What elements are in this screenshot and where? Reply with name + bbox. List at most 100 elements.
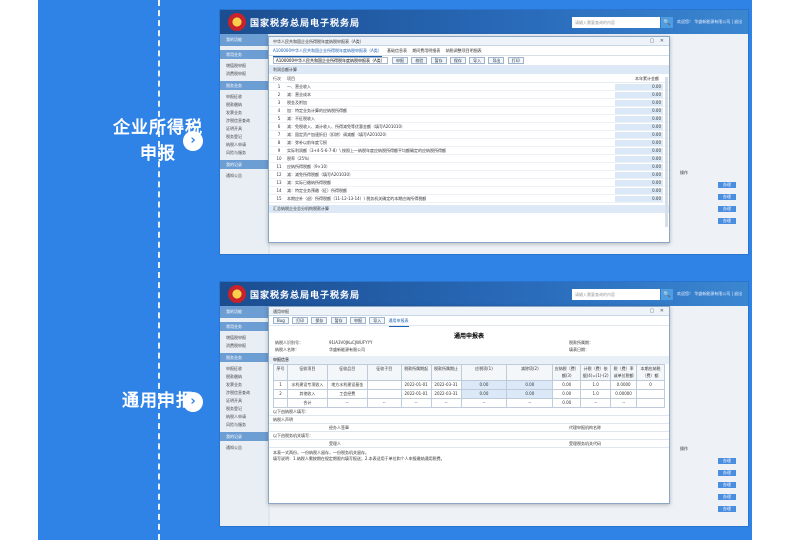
- handle-button[interactable]: 办理: [718, 458, 736, 464]
- declare-button[interactable]: 申报: [349, 317, 366, 324]
- export-button[interactable]: 导出: [488, 57, 505, 64]
- sidebar-item[interactable]: 消费税申报: [220, 70, 268, 78]
- table-cell: 1.0: [581, 381, 612, 390]
- sidebar-section-header[interactable]: 我的记录: [220, 432, 268, 441]
- sidebar-item[interactable]: 发票业务: [220, 381, 268, 389]
- table-cell[interactable]: 0.00: [507, 381, 554, 390]
- period-label: 税款所属期：: [569, 340, 593, 345]
- amount-field[interactable]: 0.00: [615, 132, 663, 138]
- window-controls-icon[interactable]: ▢ ✕: [649, 307, 666, 316]
- table-cell[interactable]: 0.00: [507, 390, 554, 399]
- sidebar-item[interactable]: 申报征收: [220, 365, 268, 373]
- sidebar-item[interactable]: 增值税申报: [220, 62, 268, 70]
- amount-field[interactable]: 0.00: [615, 92, 663, 98]
- user-info[interactable]: 欢迎您！ 华盛新能源有限公司 | 退出: [677, 19, 742, 25]
- search-icon[interactable]: 🔍: [661, 289, 673, 300]
- table-cell[interactable]: 0.00: [461, 390, 508, 399]
- sidebar-item[interactable]: 消费税申报: [220, 342, 268, 350]
- sidebar-item[interactable]: 通知公告: [220, 172, 268, 180]
- sidebar-item[interactable]: 增值税申报: [220, 334, 268, 342]
- handle-button[interactable]: 办理: [718, 482, 736, 488]
- tab-basic-info[interactable]: 基础信息表: [387, 46, 407, 56]
- sidebar-section-header[interactable]: 税务业务: [220, 353, 268, 362]
- amount-field[interactable]: 0.00: [615, 100, 663, 106]
- sidebar-item[interactable]: 纳税人申请: [220, 141, 268, 149]
- sidebar-item[interactable]: 税务登记: [220, 133, 268, 141]
- sidebar-section-header[interactable]: 常用业务: [220, 50, 268, 59]
- sidebar-item[interactable]: 纳税人申请: [220, 413, 268, 421]
- amount-field[interactable]: 0.00: [615, 140, 663, 146]
- handle-button[interactable]: 办理: [718, 206, 736, 212]
- section-header: 申报信息: [269, 356, 669, 364]
- sidebar-item[interactable]: 涉税信息查询: [220, 117, 268, 125]
- import-button[interactable]: 导入: [369, 317, 386, 324]
- print-button[interactable]: 打印: [292, 317, 309, 324]
- sidebar-item[interactable]: 通知公告: [220, 444, 268, 452]
- scrollbar[interactable]: [665, 77, 668, 227]
- sidebar-section-header[interactable]: 税务业务: [220, 81, 268, 90]
- sidebar-item[interactable]: 申报征收: [220, 93, 268, 101]
- print-button[interactable]: 打印: [507, 57, 524, 64]
- amount-field[interactable]: 0.00: [615, 164, 663, 170]
- row-number: 8: [277, 140, 281, 145]
- form-rows: 1 一、营业收入 0.00 2 减：营业成本 0.00 3 税金及附加 0.00 4 加：特定业务计…: [269, 83, 669, 203]
- amount-field[interactable]: 0.00: [615, 196, 663, 202]
- bug-button[interactable]: Bug: [273, 317, 289, 324]
- sidebar-item[interactable]: 涉税信息查询: [220, 389, 268, 397]
- save-button[interactable]: 保存: [311, 317, 328, 324]
- handle-button[interactable]: 办理: [718, 218, 736, 224]
- sidebar-home[interactable]: 我的功能: [220, 306, 268, 318]
- handle-button[interactable]: 办理: [718, 194, 736, 200]
- save-button[interactable]: 保存: [449, 57, 466, 64]
- table-cell: [274, 399, 288, 408]
- sidebar-item[interactable]: 税款缴纳: [220, 373, 268, 381]
- form-select[interactable]: A100000中华人民共和国企业所得税年度纳税申报表（A类）: [273, 57, 388, 64]
- table-row: 14 减：特定业务预缴（征）所得税额 0.00: [269, 187, 669, 195]
- window-controls-icon[interactable]: ▢ ✕: [649, 37, 666, 46]
- sidebar-item[interactable]: 发票业务: [220, 109, 268, 117]
- search-input[interactable]: 请输入需要查询的内容: [572, 17, 660, 28]
- table-cell: 工会经费: [327, 390, 368, 399]
- validate-button[interactable]: 校验: [411, 57, 428, 64]
- sidebar-item[interactable]: 税款缴纳: [220, 101, 268, 109]
- table-cell: 水利建设专项收入: [287, 381, 328, 390]
- amount-field[interactable]: 0.00: [615, 124, 663, 130]
- amount-field[interactable]: 0.00: [615, 84, 663, 90]
- tab-general-form[interactable]: 通用申报表: [388, 316, 409, 327]
- tab-expenses[interactable]: 期间费用明细表: [412, 46, 440, 56]
- amount-field[interactable]: 0.00: [615, 180, 663, 186]
- sidebar-item[interactable]: 证明开具: [220, 125, 268, 133]
- draft-button[interactable]: 暂存: [330, 317, 347, 324]
- amount-field[interactable]: 0.00: [615, 172, 663, 178]
- sidebar-section-header[interactable]: 常用业务: [220, 322, 268, 331]
- sidebar-section-header[interactable]: 我的记录: [220, 160, 268, 169]
- amount-field[interactable]: 0.00: [615, 156, 663, 162]
- row-number: 5: [277, 116, 281, 121]
- amount-field[interactable]: 0.00: [615, 116, 663, 122]
- sidebar-item[interactable]: 风险与服务: [220, 149, 268, 157]
- table-row: 15 本期应补（退）所得税额（11-12-13-14）\ 税务机关确定的本期应纳所…: [269, 195, 669, 203]
- search-input[interactable]: 请输入需要查询的内容: [572, 289, 660, 300]
- handle-button[interactable]: 办理: [718, 182, 736, 188]
- amount-field[interactable]: 0.00: [615, 148, 663, 154]
- declare-button[interactable]: 申报: [392, 57, 409, 64]
- user-info[interactable]: 欢迎您！ 华盛新能源有限公司 | 退出: [677, 291, 742, 297]
- search-icon[interactable]: 🔍: [661, 17, 673, 28]
- amount-field[interactable]: 0.00: [615, 108, 663, 114]
- row-item: 一、营业收入: [287, 84, 311, 89]
- sidebar-item[interactable]: 税务登记: [220, 405, 268, 413]
- amount-field[interactable]: 0.00: [615, 188, 663, 194]
- sidebar-home[interactable]: 我的功能: [220, 34, 268, 46]
- sidebar-item[interactable]: 风险与服务: [220, 421, 268, 429]
- tab-adjustments[interactable]: 纳税调整项目明细表: [446, 46, 482, 56]
- sidebar-item[interactable]: 证明开具: [220, 397, 268, 405]
- screenshot-corporate-income-tax: 国家税务总局电子税务局 请输入需要查询的内容 🔍 欢迎您！ 华盛新能源有限公司 …: [220, 10, 748, 254]
- handle-button[interactable]: 办理: [718, 494, 736, 500]
- handle-button[interactable]: 办理: [718, 470, 736, 476]
- handle-button[interactable]: 办理: [718, 506, 736, 512]
- table-cell[interactable]: 0.00: [461, 381, 508, 390]
- draft-button[interactable]: 暂存: [430, 57, 447, 64]
- import-button[interactable]: 导入: [469, 57, 486, 64]
- agent-org-label: 代理申报机构名称: [569, 425, 601, 430]
- row-number: 11: [276, 164, 282, 169]
